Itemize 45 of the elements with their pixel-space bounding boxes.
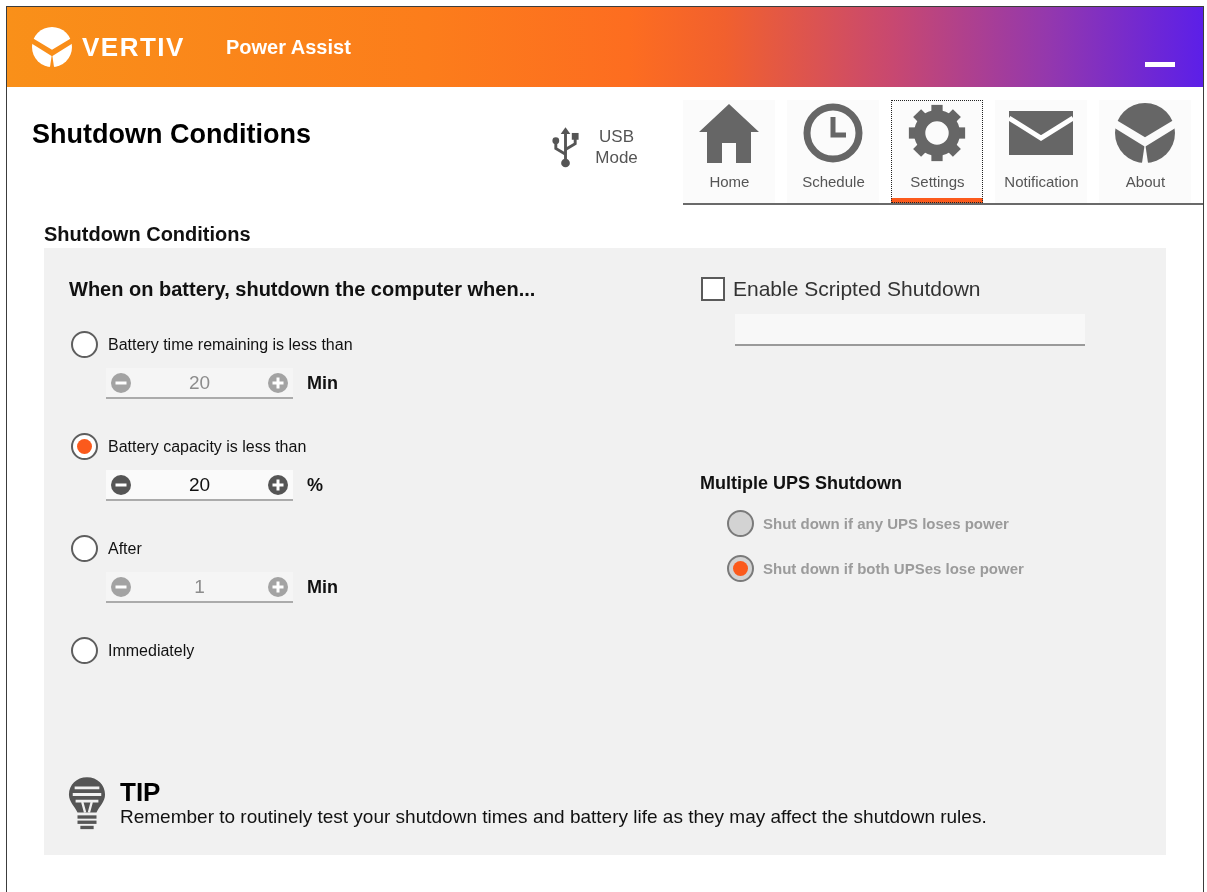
connection-mode: USB Mode xyxy=(594,126,639,168)
unit-label: Min xyxy=(307,577,338,598)
option-label: Shut down if both UPSes lose power xyxy=(763,560,1024,577)
settings-icon xyxy=(907,103,968,163)
tip-text: Remember to routinely test your shutdown times and battery life as they may affect the shutdown rules. xyxy=(120,806,987,828)
logo-icon xyxy=(32,27,72,67)
section-title: Shutdown Conditions xyxy=(44,222,252,246)
nav-tab[interactable]: Schedule xyxy=(787,100,880,203)
field-value: 20 xyxy=(188,371,211,394)
usb-icon xyxy=(549,126,581,168)
minimize-icon xyxy=(1145,62,1175,67)
home-icon xyxy=(699,103,760,163)
field-value: 20 xyxy=(188,473,211,496)
radio-button[interactable] xyxy=(71,637,98,664)
page-title: Shutdown Conditions xyxy=(32,118,312,150)
number-field[interactable]: 20 xyxy=(106,470,293,501)
logo-text: VERTIV xyxy=(82,31,185,63)
nav-tab[interactable]: Notification xyxy=(995,100,1088,203)
option-label: After xyxy=(108,539,142,558)
tip-title: TIP xyxy=(120,778,162,806)
nav-tab[interactable]: Home xyxy=(683,100,776,203)
nav-tab[interactable]: About xyxy=(1099,100,1192,203)
envelope-icon xyxy=(1009,111,1074,155)
group-heading: When on battery, shutdown the computer when... xyxy=(69,277,537,301)
radio-button[interactable] xyxy=(71,535,98,562)
nav-tab[interactable]: Settings xyxy=(891,100,984,203)
unit-label: Min xyxy=(307,373,338,394)
option-label: Battery time remaining is less than xyxy=(108,335,353,354)
checkbox[interactable] xyxy=(701,277,725,301)
lightbulb-icon xyxy=(68,776,106,830)
field-value: 1 xyxy=(194,575,205,598)
radio-button[interactable] xyxy=(71,433,98,460)
script-path-field[interactable] xyxy=(735,314,1085,346)
app-title: Power Assist xyxy=(225,35,351,59)
group-heading: Multiple UPS Shutdown xyxy=(700,472,902,494)
logo-icon xyxy=(1115,103,1176,163)
unit-label: % xyxy=(307,475,323,496)
minus-icon[interactable] xyxy=(111,474,131,495)
plus-icon[interactable] xyxy=(268,474,288,495)
checkbox-label: Enable Scripted Shutdown xyxy=(733,277,981,301)
option-label: Battery capacity is less than xyxy=(108,437,307,456)
radio-button[interactable] xyxy=(71,331,98,358)
option-label: Immediately xyxy=(108,641,195,660)
clock-icon xyxy=(803,103,864,163)
option-label: Shut down if any UPS loses power xyxy=(763,515,1009,532)
